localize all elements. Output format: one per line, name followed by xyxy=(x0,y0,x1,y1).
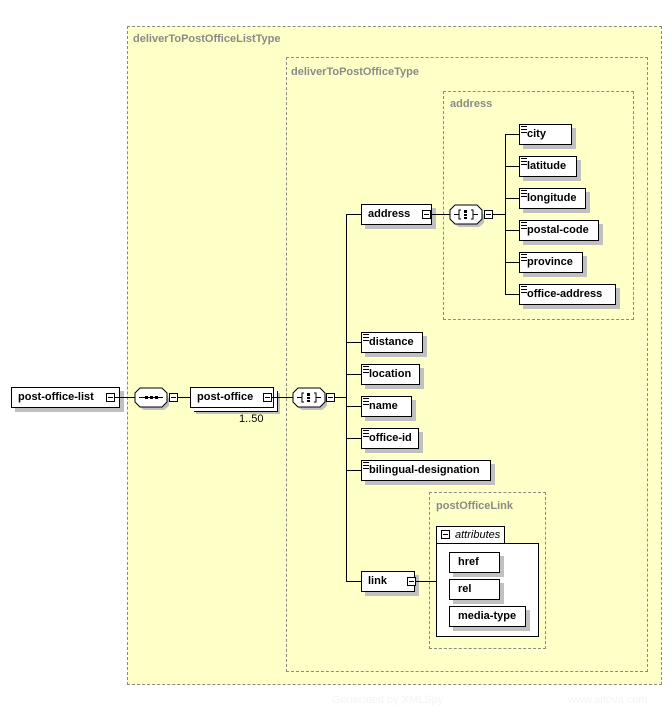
attribute-rel[interactable]: rel xyxy=(449,579,500,600)
element-bilingual-designation[interactable]: bilingual-designation xyxy=(361,460,491,481)
connector xyxy=(505,294,519,295)
collapse-toggle-post-office[interactable] xyxy=(263,393,272,402)
element-latitude[interactable]: latitude xyxy=(519,156,577,177)
simple-type-icon xyxy=(521,286,527,293)
element-label: link xyxy=(368,575,387,587)
element-label: post-office-list xyxy=(18,391,94,403)
attributes-label: attributes xyxy=(455,529,501,541)
connector xyxy=(505,262,519,263)
attribute-label: rel xyxy=(458,583,472,595)
element-label: location xyxy=(369,368,412,380)
element-label: longitude xyxy=(527,192,577,204)
group-label-list-type: deliverToPostOfficeListType xyxy=(133,33,281,45)
connector xyxy=(505,166,519,167)
simple-type-icon xyxy=(521,158,527,165)
simple-type-icon xyxy=(363,334,369,341)
connector-trunk xyxy=(346,214,347,581)
element-label: post-office xyxy=(197,391,254,403)
element-city[interactable]: city xyxy=(519,124,572,145)
attribute-href[interactable]: href xyxy=(449,552,500,573)
element-longitude[interactable]: longitude xyxy=(519,188,586,209)
attribute-media-type[interactable]: media-type xyxy=(449,606,526,627)
connector xyxy=(493,214,505,215)
watermark-url: www.altova.com xyxy=(568,694,648,706)
element-label: postal-code xyxy=(527,224,589,236)
connector xyxy=(416,581,436,582)
element-label: latitude xyxy=(527,160,567,172)
connector xyxy=(505,134,519,135)
simple-type-icon xyxy=(521,222,527,229)
collapse-toggle-post-office-list[interactable] xyxy=(106,393,115,402)
element-label: province xyxy=(527,256,573,268)
element-office-address[interactable]: office-address xyxy=(519,284,616,305)
attributes-header: attributes xyxy=(436,526,505,544)
element-province[interactable]: province xyxy=(519,252,583,273)
collapse-toggle-link[interactable] xyxy=(407,577,416,586)
attribute-label: media-type xyxy=(458,610,517,622)
element-post-office-list[interactable]: post-office-list xyxy=(11,387,120,408)
simple-type-icon xyxy=(363,462,369,469)
simple-type-icon xyxy=(521,190,527,197)
connector-trunk-address xyxy=(505,134,506,295)
simple-type-icon xyxy=(521,126,527,133)
cardinality-label: 1..50 xyxy=(239,413,264,425)
group-label-office-type: deliverToPostOfficeType xyxy=(291,66,419,78)
simple-type-icon xyxy=(363,398,369,405)
element-name[interactable]: name xyxy=(361,396,412,417)
element-office-id[interactable]: office-id xyxy=(361,428,419,449)
element-distance[interactable]: distance xyxy=(361,332,423,353)
connector xyxy=(272,397,294,398)
simple-type-icon xyxy=(521,254,527,261)
element-label: office-id xyxy=(369,432,412,444)
connector xyxy=(346,406,362,407)
element-label: office-address xyxy=(527,288,603,300)
sequence-compositor-icon[interactable] xyxy=(134,387,174,411)
connector xyxy=(505,230,519,231)
connector xyxy=(346,374,362,375)
simple-type-icon xyxy=(363,366,369,373)
connector xyxy=(335,397,346,398)
element-label: bilingual-designation xyxy=(369,464,480,476)
all-compositor-icon-address[interactable] xyxy=(449,204,489,228)
element-location[interactable]: location xyxy=(361,364,420,385)
attribute-label: href xyxy=(458,556,479,568)
connector xyxy=(505,198,519,199)
element-post-office[interactable]: post-office xyxy=(190,387,274,408)
element-label: name xyxy=(369,400,398,412)
collapse-toggle-address-all[interactable] xyxy=(484,210,493,219)
element-label: address xyxy=(368,208,411,220)
group-label-link: postOfficeLink xyxy=(436,500,514,512)
group-label-address: address xyxy=(450,98,493,110)
element-label: city xyxy=(527,128,546,140)
element-postal-code[interactable]: postal-code xyxy=(519,220,599,241)
connector xyxy=(346,438,362,439)
connector xyxy=(346,581,362,582)
element-label: distance xyxy=(369,336,414,348)
connector xyxy=(431,214,451,215)
collapse-toggle-sequence[interactable] xyxy=(169,393,178,402)
collapse-toggle-address[interactable] xyxy=(422,210,431,219)
collapse-toggle-attributes[interactable] xyxy=(441,530,450,539)
connector xyxy=(346,214,362,215)
connector xyxy=(346,342,362,343)
watermark-generated-by: Generated by XMLSpy xyxy=(332,694,444,706)
collapse-toggle-all[interactable] xyxy=(326,393,335,402)
connector xyxy=(346,470,362,471)
simple-type-icon xyxy=(363,430,369,437)
connector xyxy=(115,397,135,398)
